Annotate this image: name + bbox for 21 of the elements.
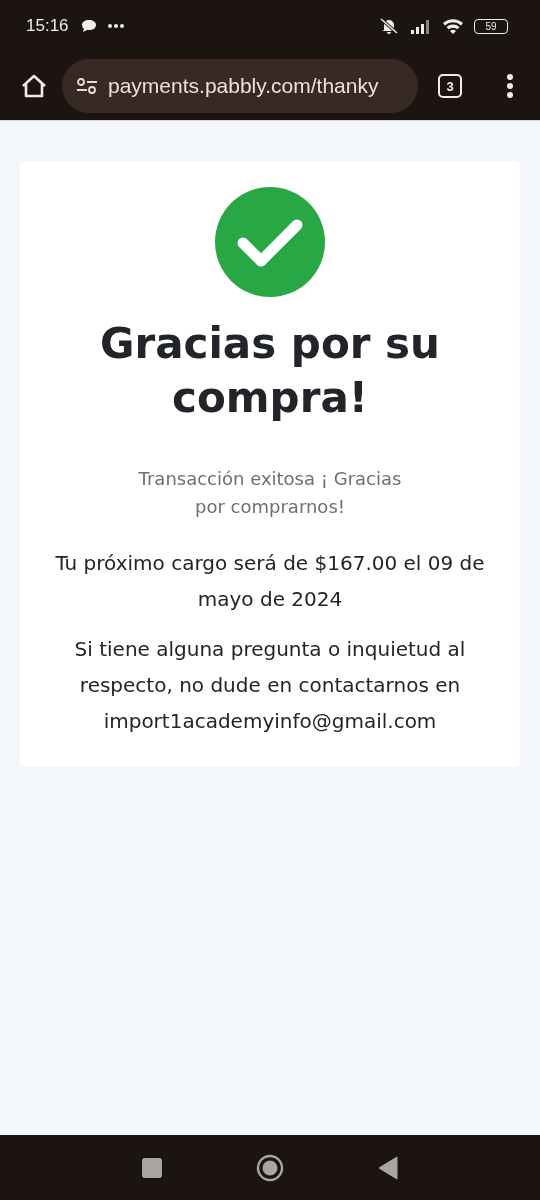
contact-text: Si tiene alguna pregunta o inquietud al respecto, no dude en contactarnos en import1academyinfo@gmail.com: [73, 636, 467, 735]
url-text: payments.pabbly.com/thanky: [108, 74, 379, 98]
success-message: Transacción exitosa ¡ Gracias por comprarnos!: [137, 467, 403, 519]
home-icon[interactable]: [20, 73, 48, 99]
tab-count-button[interactable]: 3: [438, 74, 462, 98]
more-notifications-icon: [106, 23, 125, 29]
chat-bubble-icon: [80, 19, 97, 33]
success-check-icon: [215, 187, 325, 297]
muted-bell-icon: [378, 17, 400, 35]
status-time: 15:16: [26, 16, 69, 36]
menu-icon[interactable]: [506, 73, 514, 99]
signal-icon: [410, 18, 432, 34]
back-icon[interactable]: [378, 1155, 398, 1180]
site-settings-icon[interactable]: [76, 77, 98, 95]
wifi-icon: [442, 18, 464, 34]
home-button-icon[interactable]: [256, 1153, 284, 1182]
recents-icon[interactable]: [142, 1157, 162, 1178]
thank-you-heading: Gracias por su compra!: [99, 318, 441, 424]
address-bar[interactable]: payments.pabbly.com/thanky: [62, 59, 418, 113]
battery-icon: 59: [474, 18, 508, 34]
next-charge-text: Tu próximo cargo será de $167.00 el 09 de mayo de 2024: [54, 550, 486, 613]
